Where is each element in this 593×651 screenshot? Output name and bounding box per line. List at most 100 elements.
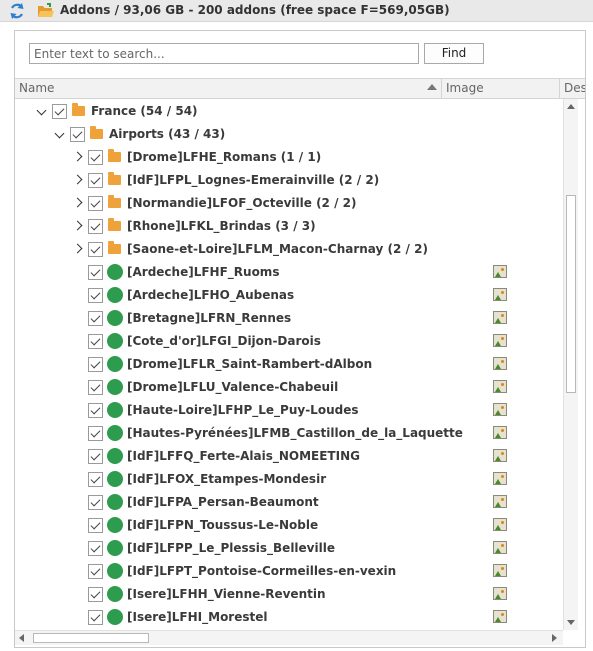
row-checkbox[interactable] — [88, 265, 103, 280]
tree-addon-row[interactable]: [Cote_d'or]LFGI_Dijon-Darois — [15, 330, 561, 353]
row-label: [Hautes-Pyrénées]LFMB_Castillon_de_la_La… — [127, 426, 463, 440]
image-icon[interactable] — [493, 564, 507, 577]
row-checkbox[interactable] — [88, 219, 103, 234]
chevron-right-icon[interactable] — [72, 151, 83, 162]
row-checkbox[interactable] — [88, 426, 103, 441]
row-checkbox[interactable] — [88, 288, 103, 303]
row-checkbox[interactable] — [88, 541, 103, 556]
tree-addon-row[interactable]: [IdF]LFPP_Le_Plessis_Belleville — [15, 537, 561, 560]
row-checkbox[interactable] — [70, 127, 85, 142]
chevron-right-icon[interactable] — [72, 197, 83, 208]
horizontal-scrollbar[interactable] — [15, 630, 563, 645]
image-icon[interactable] — [493, 449, 507, 462]
row-label: [Cote_d'or]LFGI_Dijon-Darois — [127, 334, 321, 348]
row-checkbox[interactable] — [88, 311, 103, 326]
tree-addon-row[interactable]: [Isere]LFHH_Vienne-Reventin — [15, 583, 561, 606]
row-checkbox[interactable] — [88, 449, 103, 464]
image-icon[interactable] — [493, 334, 507, 347]
scroll-down-icon[interactable] — [567, 620, 575, 625]
tree-folder-row[interactable]: [Normandie]LFOF_Octeville (2 / 2) — [15, 192, 561, 215]
folder-icon — [108, 149, 121, 162]
image-icon[interactable] — [493, 403, 507, 416]
row-checkbox[interactable] — [88, 495, 103, 510]
scroll-left-icon[interactable] — [19, 634, 24, 642]
chevron-right-icon[interactable] — [72, 243, 83, 254]
image-icon[interactable] — [493, 380, 507, 393]
tree-addon-row[interactable]: [Bretagne]LFRN_Rennes — [15, 307, 561, 330]
row-checkbox[interactable] — [88, 196, 103, 211]
image-icon[interactable] — [493, 587, 507, 600]
image-icon[interactable] — [493, 610, 507, 623]
scroll-up-icon[interactable] — [567, 104, 575, 109]
tree-addon-row[interactable]: [Drome]LFLR_Saint-Rambert-dAlbon — [15, 353, 561, 376]
image-icon[interactable] — [493, 288, 507, 301]
chevron-down-icon[interactable] — [54, 128, 65, 139]
tree-addon-row[interactable]: [Isere]LFHI_Morestel — [15, 606, 561, 629]
tree-addon-row[interactable]: [Drome]LFLU_Valence-Chabeuil — [15, 376, 561, 399]
horizontal-scroll-thumb[interactable] — [33, 633, 149, 643]
tree-folder-row[interactable]: France (54 / 54) — [15, 100, 561, 123]
addon-status-icon — [107, 379, 123, 395]
scroll-right-icon[interactable] — [552, 634, 557, 642]
row-label: [Bretagne]LFRN_Rennes — [127, 311, 292, 325]
row-label: [IdF]LFPP_Le_Plessis_Belleville — [127, 541, 335, 555]
image-icon[interactable] — [493, 495, 507, 508]
row-checkbox[interactable] — [88, 150, 103, 165]
tree-addon-row[interactable]: [IdF]LFOX_Etampes-Mondesir — [15, 468, 561, 491]
row-checkbox[interactable] — [88, 587, 103, 602]
tree-addon-row[interactable]: [IdF]LFPA_Persan-Beaumont — [15, 491, 561, 514]
tree-addon-row[interactable]: [Ardeche]LFHO_Aubenas — [15, 284, 561, 307]
row-label: [Rhone]LFKL_Brindas (3 / 3) — [127, 219, 316, 233]
row-checkbox[interactable] — [88, 357, 103, 372]
row-checkbox[interactable] — [88, 380, 103, 395]
tree-folder-row[interactable]: [Drome]LFHE_Romans (1 / 1) — [15, 146, 561, 169]
image-icon[interactable] — [493, 357, 507, 370]
row-label: [Drome]LFHE_Romans (1 / 1) — [127, 150, 322, 164]
tree-folder-row[interactable]: [Saone-et-Loire]LFLM_Macon-Charnay (2 / … — [15, 238, 561, 261]
column-image[interactable]: Image — [442, 79, 560, 98]
row-label: Airports (43 / 43) — [109, 127, 226, 141]
image-icon[interactable] — [493, 472, 507, 485]
tree-addon-row[interactable]: [IdF]LFPT_Pontoise-Cormeilles-en-vexin — [15, 560, 561, 583]
row-checkbox[interactable] — [88, 403, 103, 418]
addon-status-icon — [107, 333, 123, 349]
addon-status-icon — [107, 356, 123, 372]
image-icon[interactable] — [493, 426, 507, 439]
sort-ascending-icon[interactable] — [427, 84, 437, 90]
vertical-scroll-thumb[interactable] — [566, 195, 576, 393]
row-checkbox[interactable] — [52, 104, 67, 119]
image-icon[interactable] — [493, 265, 507, 278]
row-checkbox[interactable] — [88, 518, 103, 533]
image-icon[interactable] — [493, 311, 507, 324]
tree-addon-row[interactable]: [Haute-Loire]LFHP_Le_Puy-Loudes — [15, 399, 561, 422]
row-checkbox[interactable] — [88, 472, 103, 487]
image-icon[interactable] — [493, 541, 507, 554]
column-name[interactable]: Name — [15, 79, 442, 98]
row-checkbox[interactable] — [88, 564, 103, 579]
tree-folder-row[interactable]: [IdF]LFPL_Lognes-Emerainville (2 / 2) — [15, 169, 561, 192]
window-title: Addons / 93,06 GB - 200 addons (free spa… — [60, 3, 450, 17]
search-input[interactable] — [29, 43, 419, 64]
row-label: France (54 / 54) — [91, 104, 198, 118]
tree-addon-row[interactable]: [IdF]LFPN_Toussus-Le-Noble — [15, 514, 561, 537]
tree-folder-row[interactable]: Airports (43 / 43) — [15, 123, 561, 146]
row-checkbox[interactable] — [88, 173, 103, 188]
title-bar: Addons / 93,06 GB - 200 addons (free spa… — [0, 0, 593, 22]
tree-folder-row[interactable]: [Rhone]LFKL_Brindas (3 / 3) — [15, 215, 561, 238]
folder-open-icon[interactable] — [37, 3, 55, 19]
folder-icon — [108, 195, 121, 208]
vertical-scrollbar[interactable] — [563, 99, 578, 630]
image-icon[interactable] — [493, 518, 507, 531]
find-button[interactable]: Find — [424, 43, 484, 64]
row-checkbox[interactable] — [88, 242, 103, 257]
chevron-right-icon[interactable] — [72, 220, 83, 231]
tree-addon-row[interactable]: [IdF]LFFQ_Ferte-Alais_NOMEETING — [15, 445, 561, 468]
tree-addon-row[interactable]: [Hautes-Pyrénées]LFMB_Castillon_de_la_La… — [15, 422, 561, 445]
chevron-right-icon[interactable] — [72, 174, 83, 185]
tree-addon-row[interactable]: [Ardeche]LFHF_Ruoms — [15, 261, 561, 284]
chevron-down-icon[interactable] — [36, 105, 47, 116]
column-description[interactable]: Des — [560, 79, 585, 98]
refresh-icon[interactable] — [8, 2, 26, 20]
row-checkbox[interactable] — [88, 334, 103, 349]
row-checkbox[interactable] — [88, 610, 103, 625]
